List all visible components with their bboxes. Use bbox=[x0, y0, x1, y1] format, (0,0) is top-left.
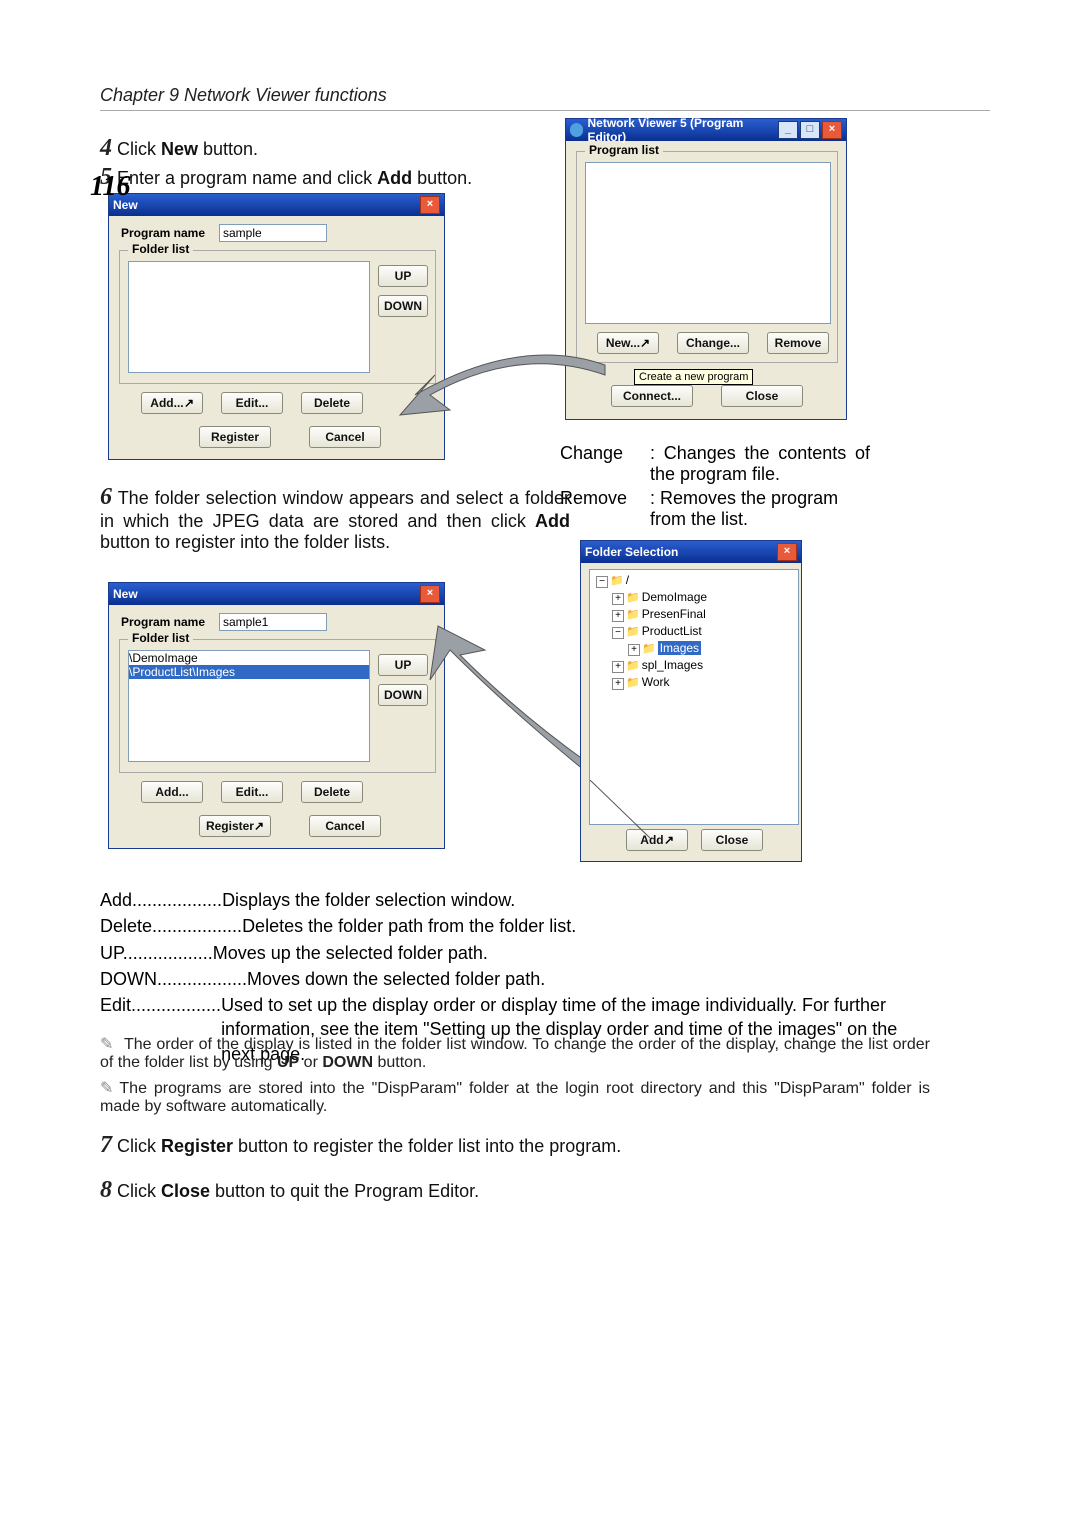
close-button[interactable]: Close bbox=[721, 385, 803, 407]
note-2: The programs are stored into the "DispPa… bbox=[100, 1078, 930, 1116]
step-7: 7 Click Register button to register the … bbox=[100, 1132, 621, 1159]
step-8: 8 Click Close button to quit the Program… bbox=[100, 1177, 479, 1204]
cancel-button[interactable]: Cancel bbox=[309, 426, 381, 448]
dialog-new-2: New × Program name sample1 Folder list \… bbox=[108, 582, 445, 849]
step-number: 7 bbox=[100, 1132, 112, 1158]
def-delete: Deletes the folder path from the folder … bbox=[242, 914, 910, 938]
remove-description: : Removes the program from the list. bbox=[650, 488, 870, 530]
edit-button[interactable]: Edit... bbox=[221, 392, 283, 414]
down-button[interactable]: DOWN bbox=[378, 295, 428, 317]
tree-item[interactable]: −ProductList bbox=[608, 623, 796, 640]
tree-item[interactable]: +spl_Images bbox=[608, 657, 796, 674]
def-add: Displays the folder selection window. bbox=[222, 888, 910, 912]
close-icon[interactable]: × bbox=[822, 121, 842, 139]
cursor-icon bbox=[640, 336, 650, 350]
page-number: 116 bbox=[90, 171, 130, 203]
new-button[interactable]: New... bbox=[597, 332, 659, 354]
up-button[interactable]: UP bbox=[378, 265, 428, 287]
step-number: 4 bbox=[100, 135, 112, 161]
program-list-box[interactable] bbox=[585, 162, 831, 324]
cursor-icon bbox=[184, 396, 194, 410]
dialog-title: Folder Selection bbox=[585, 545, 678, 559]
chapter-heading: Chapter 9 Network Viewer functions bbox=[100, 85, 990, 111]
close-icon[interactable]: × bbox=[420, 196, 440, 214]
register-button[interactable]: Register bbox=[199, 815, 271, 837]
tree-root[interactable]: −/ bbox=[592, 572, 796, 589]
folder-list-group: Folder list \DemoImage \ProductList\Imag… bbox=[119, 639, 436, 773]
connect-button[interactable]: Connect... bbox=[611, 385, 693, 407]
cancel-button[interactable]: Cancel bbox=[309, 815, 381, 837]
change-label: Change bbox=[560, 443, 650, 485]
folder-list-item[interactable]: \ProductList\Images bbox=[129, 665, 369, 679]
delete-button[interactable]: Delete bbox=[301, 781, 363, 803]
dialog-folder-selection: Folder Selection × −/ +DemoImage +Presen… bbox=[580, 540, 802, 862]
tree-item[interactable]: +DemoImage bbox=[608, 589, 796, 606]
note-1: The order of the display is listed in th… bbox=[100, 1034, 930, 1072]
app-icon bbox=[570, 123, 583, 137]
titlebar[interactable]: Network Viewer 5 (Program Editor) _ □ × bbox=[566, 119, 846, 141]
folder-list-box[interactable] bbox=[128, 261, 370, 373]
editor-button-descriptions: Change : Changes the contents of the pro… bbox=[560, 440, 870, 533]
edit-button[interactable]: Edit... bbox=[221, 781, 283, 803]
register-button[interactable]: Register bbox=[199, 426, 271, 448]
down-button[interactable]: DOWN bbox=[378, 684, 428, 706]
add-button[interactable]: Add... bbox=[141, 392, 203, 414]
program-name-label: Program name bbox=[121, 615, 205, 629]
add-button[interactable]: Add bbox=[626, 829, 688, 851]
up-button[interactable]: UP bbox=[378, 654, 428, 676]
def-down: Moves down the selected folder path. bbox=[247, 967, 910, 991]
titlebar[interactable]: Folder Selection × bbox=[581, 541, 801, 563]
delete-button[interactable]: Delete bbox=[301, 392, 363, 414]
program-name-label: Program name bbox=[121, 226, 205, 240]
cursor-icon bbox=[254, 819, 264, 833]
def-up: Moves up the selected folder path. bbox=[213, 941, 910, 965]
maximize-icon[interactable]: □ bbox=[800, 121, 820, 139]
add-button[interactable]: Add... bbox=[141, 781, 203, 803]
cursor-icon bbox=[664, 833, 674, 847]
remove-button[interactable]: Remove bbox=[767, 332, 829, 354]
notes-block: The order of the display is listed in th… bbox=[100, 1028, 930, 1122]
dialog-title: New bbox=[113, 587, 138, 601]
tree-item-selected[interactable]: +Images bbox=[624, 640, 796, 657]
tree-item[interactable]: +Work bbox=[608, 674, 796, 691]
remove-label: Remove bbox=[560, 488, 650, 530]
program-list-label: Program list bbox=[585, 143, 663, 157]
dialog-new-1: New × Program name sample Folder list UP… bbox=[108, 193, 445, 460]
folder-list-box[interactable]: \DemoImage \ProductList\Images bbox=[128, 650, 370, 762]
step-number: 8 bbox=[100, 1177, 112, 1203]
tree-item[interactable]: +PresenFinal bbox=[608, 606, 796, 623]
program-name-input[interactable]: sample1 bbox=[219, 613, 327, 631]
close-button[interactable]: Close bbox=[701, 829, 763, 851]
minimize-icon[interactable]: _ bbox=[778, 121, 798, 139]
program-list-group: Program list New... Change... Remove bbox=[576, 151, 838, 363]
step-5: 5 Enter a program name and click Add but… bbox=[100, 164, 990, 191]
close-icon[interactable]: × bbox=[777, 543, 797, 561]
titlebar[interactable]: New × bbox=[109, 194, 444, 216]
dialog-program-editor: Network Viewer 5 (Program Editor) _ □ × … bbox=[565, 118, 847, 420]
titlebar[interactable]: New × bbox=[109, 583, 444, 605]
change-button[interactable]: Change... bbox=[677, 332, 749, 354]
folder-list-label: Folder list bbox=[128, 242, 193, 256]
close-icon[interactable]: × bbox=[420, 585, 440, 603]
folder-tree[interactable]: −/ +DemoImage +PresenFinal −ProductList … bbox=[589, 569, 799, 825]
step-6: 6 The folder selection window appears an… bbox=[100, 484, 570, 553]
folder-list-item[interactable]: \DemoImage bbox=[129, 651, 369, 665]
step-number: 6 bbox=[100, 484, 112, 510]
program-name-input[interactable]: sample bbox=[219, 224, 327, 242]
change-description: : Changes the contents of the program fi… bbox=[650, 443, 870, 485]
folder-list-group: Folder list UP DOWN bbox=[119, 250, 436, 384]
dialog-title: Network Viewer 5 (Program Editor) bbox=[587, 116, 778, 144]
folder-list-label: Folder list bbox=[128, 631, 193, 645]
step-4: 4 Click New button. bbox=[100, 135, 990, 162]
tooltip: Create a new program bbox=[634, 369, 753, 385]
